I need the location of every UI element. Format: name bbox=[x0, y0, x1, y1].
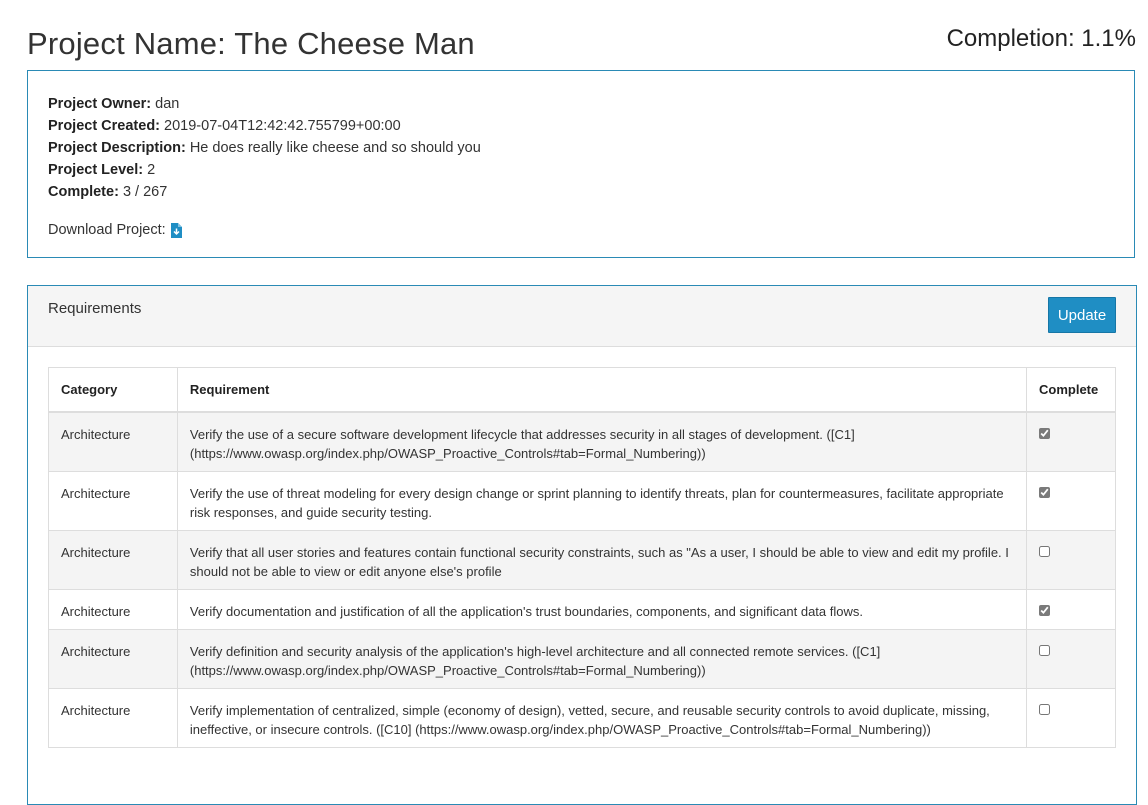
project-description-row: Project Description: He does really like… bbox=[48, 137, 1114, 159]
complete-cell bbox=[1026, 471, 1116, 531]
project-level-value: 2 bbox=[147, 162, 156, 178]
complete-checkbox[interactable] bbox=[1039, 487, 1050, 498]
table-row: Architecture Verify that all user storie… bbox=[48, 530, 1116, 590]
requirements-table: Category Requirement Complete Architectu… bbox=[48, 367, 1116, 748]
update-button[interactable]: Update bbox=[1048, 297, 1116, 333]
requirements-header: Requirements Update bbox=[28, 286, 1136, 347]
project-info-panel: Project Owner: dan Project Created: 2019… bbox=[27, 70, 1135, 258]
complete-checkbox[interactable] bbox=[1039, 704, 1050, 715]
complete-cell bbox=[1026, 411, 1116, 472]
table-row: Architecture Verify documentation and ju… bbox=[48, 589, 1116, 630]
requirement-cell: Verify implementation of centralized, si… bbox=[176, 688, 1028, 748]
project-complete-row: Complete: 3 / 267 bbox=[48, 181, 1114, 203]
column-header-category: Category bbox=[48, 367, 178, 413]
project-created-row: Project Created: 2019-07-04T12:42:42.755… bbox=[48, 115, 1114, 137]
column-header-complete: Complete bbox=[1026, 367, 1116, 413]
category-cell: Architecture bbox=[48, 411, 178, 472]
category-cell: Architecture bbox=[48, 629, 178, 689]
requirements-panel: Requirements Update Category Requirement… bbox=[27, 285, 1137, 805]
project-complete-label: Complete: bbox=[48, 184, 119, 200]
category-cell: Architecture bbox=[48, 589, 178, 630]
category-cell: Architecture bbox=[48, 471, 178, 531]
requirement-cell: Verify the use of threat modeling for ev… bbox=[176, 471, 1028, 531]
complete-cell bbox=[1026, 589, 1116, 630]
completion-percentage: Completion: 1.1% bbox=[946, 25, 1136, 52]
project-owner-value: dan bbox=[155, 96, 180, 112]
requirement-cell: Verify that all user stories and feature… bbox=[176, 530, 1028, 590]
table-row: Architecture Verify definition and secur… bbox=[48, 629, 1116, 689]
requirements-title: Requirements bbox=[48, 300, 142, 317]
complete-cell bbox=[1026, 688, 1116, 748]
project-created-label: Project Created: bbox=[48, 118, 161, 134]
complete-cell bbox=[1026, 629, 1116, 689]
project-level-label: Project Level: bbox=[48, 162, 144, 178]
project-created-value: 2019-07-04T12:42:42.755799+00:00 bbox=[164, 118, 401, 134]
table-row: Architecture Verify the use of threat mo… bbox=[48, 471, 1116, 531]
page-title: Project Name: The Cheese Man bbox=[27, 26, 475, 61]
download-project-label: Download Project: bbox=[48, 222, 166, 238]
file-download-icon[interactable] bbox=[170, 222, 182, 238]
download-project-row: Download Project: bbox=[48, 219, 1114, 241]
requirement-cell: Verify definition and security analysis … bbox=[176, 629, 1028, 689]
project-description-label: Project Description: bbox=[48, 140, 186, 156]
requirement-cell: Verify documentation and justification o… bbox=[176, 589, 1028, 630]
column-header-requirement: Requirement bbox=[176, 367, 1028, 413]
table-row: Architecture Verify implementation of ce… bbox=[48, 688, 1116, 748]
project-complete-value: 3 / 267 bbox=[122, 184, 168, 200]
category-cell: Architecture bbox=[48, 688, 178, 748]
table-header-row: Category Requirement Complete bbox=[48, 367, 1116, 413]
complete-checkbox[interactable] bbox=[1039, 605, 1050, 616]
project-owner-label: Project Owner: bbox=[48, 96, 152, 112]
project-description-value: He does really like cheese and so should… bbox=[189, 140, 481, 156]
complete-checkbox[interactable] bbox=[1039, 645, 1050, 656]
complete-checkbox[interactable] bbox=[1039, 546, 1050, 557]
project-level-row: Project Level: 2 bbox=[48, 159, 1114, 181]
complete-checkbox[interactable] bbox=[1039, 428, 1050, 439]
category-cell: Architecture bbox=[48, 530, 178, 590]
requirement-cell: Verify the use of a secure software deve… bbox=[176, 411, 1028, 472]
table-row: Architecture Verify the use of a secure … bbox=[48, 411, 1116, 472]
project-owner-row: Project Owner: dan bbox=[48, 93, 1114, 115]
complete-cell bbox=[1026, 530, 1116, 590]
